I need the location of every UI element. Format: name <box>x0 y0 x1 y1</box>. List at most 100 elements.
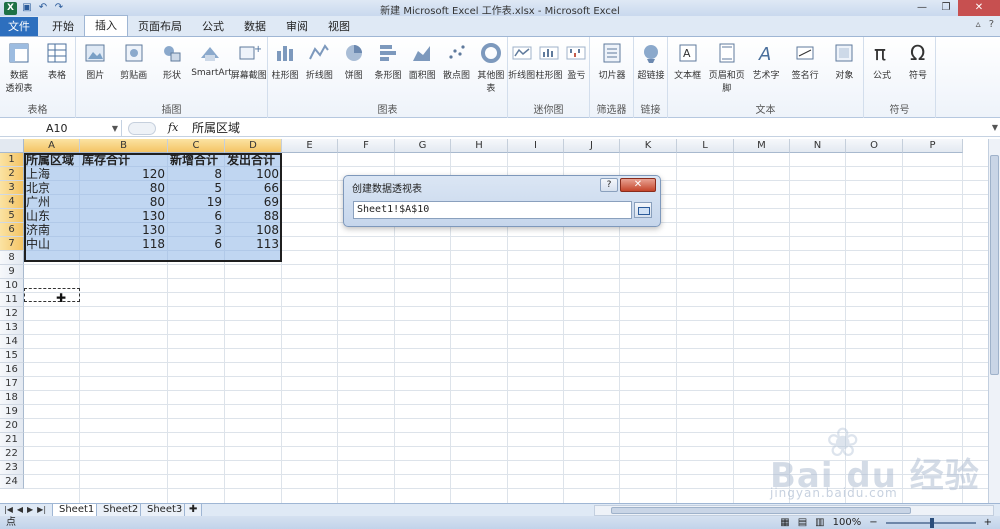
restore-button[interactable]: ❐ <box>934 0 958 16</box>
zoom-level[interactable]: 100% <box>833 516 862 529</box>
row-header-15[interactable]: 15 <box>0 349 24 363</box>
cell-d7[interactable]: 113 <box>225 237 282 251</box>
row-header-8[interactable]: 8 <box>0 251 24 265</box>
ribbon-button-sparkline-line[interactable]: 折线图 <box>508 41 535 81</box>
cell-a5[interactable]: 山东 <box>24 209 80 223</box>
cell-c6[interactable]: 3 <box>168 223 225 237</box>
column-header-f[interactable]: F <box>338 139 395 153</box>
zoom-in-icon[interactable]: + <box>984 516 992 529</box>
column-header-l[interactable]: L <box>677 139 734 153</box>
column-header-d[interactable]: D <box>225 139 282 153</box>
tab-file[interactable]: 文件 <box>0 17 38 36</box>
cell-a7[interactable]: 中山 <box>24 237 80 251</box>
tab-data[interactable]: 数据 <box>234 17 276 36</box>
page-break-view-icon[interactable]: ▥ <box>815 516 824 529</box>
row-header-21[interactable]: 21 <box>0 433 24 447</box>
ribbon-button-shapes[interactable]: 形状 <box>153 41 191 81</box>
cell-c4[interactable]: 19 <box>168 195 225 209</box>
ribbon-button-header-footer[interactable]: 页眉和页脚 <box>707 41 746 94</box>
page-layout-view-icon[interactable]: ▤ <box>798 516 807 529</box>
cell-c2[interactable]: 8 <box>168 167 225 181</box>
row-header-23[interactable]: 23 <box>0 461 24 475</box>
row-header-1[interactable]: 1 <box>0 153 24 167</box>
cell-d6[interactable]: 108 <box>225 223 282 237</box>
tab-home[interactable]: 开始 <box>42 17 84 36</box>
chevron-down-icon[interactable]: ▼ <box>112 120 118 137</box>
ribbon-button-area-chart[interactable]: 面积图 <box>405 41 439 81</box>
tab-review[interactable]: 审阅 <box>276 17 318 36</box>
close-button[interactable]: ✕ <box>958 0 1000 16</box>
row-header-3[interactable]: 3 <box>0 181 24 195</box>
cell-d4[interactable]: 69 <box>225 195 282 209</box>
cell-c7[interactable]: 6 <box>168 237 225 251</box>
column-header-c[interactable]: C <box>168 139 225 153</box>
ribbon-button-other-chart[interactable]: 其他图表 <box>474 41 508 94</box>
range-input[interactable]: Sheet1!$A$10 <box>353 201 632 219</box>
column-header-k[interactable]: K <box>620 139 677 153</box>
horizontal-scroll-thumb[interactable] <box>611 507 911 514</box>
cell-d2[interactable]: 100 <box>225 167 282 181</box>
row-header-14[interactable]: 14 <box>0 335 24 349</box>
select-all-corner[interactable] <box>0 139 24 153</box>
row-header-13[interactable]: 13 <box>0 321 24 335</box>
row-header-5[interactable]: 5 <box>0 209 24 223</box>
ribbon-button-clipart[interactable]: 剪贴画 <box>114 41 152 81</box>
row-header-18[interactable]: 18 <box>0 391 24 405</box>
ribbon-button-table[interactable]: 表格 <box>38 41 76 81</box>
row-header-16[interactable]: 16 <box>0 363 24 377</box>
row-header-11[interactable]: 11 <box>0 293 24 307</box>
normal-view-icon[interactable]: ▦ <box>780 516 789 529</box>
cell-c5[interactable]: 6 <box>168 209 225 223</box>
minimize-button[interactable]: — <box>910 0 934 16</box>
cell-a4[interactable]: 广州 <box>24 195 80 209</box>
column-header-m[interactable]: M <box>734 139 790 153</box>
cell-a6[interactable]: 济南 <box>24 223 80 237</box>
tab-formulas[interactable]: 公式 <box>192 17 234 36</box>
ribbon-minimize-icon[interactable]: ▵ <box>976 19 981 30</box>
dialog-close-button[interactable]: ✕ <box>620 178 656 192</box>
cell-b4[interactable]: 80 <box>80 195 168 209</box>
column-header-n[interactable]: N <box>790 139 846 153</box>
row-header-6[interactable]: 6 <box>0 223 24 237</box>
cell-b7[interactable]: 118 <box>80 237 168 251</box>
help-icon[interactable]: ? <box>989 19 994 30</box>
formula-input[interactable]: 所属区域 <box>192 120 240 137</box>
ribbon-button-object[interactable]: 对象 <box>825 41 864 81</box>
expand-formula-bar-icon[interactable]: ▼ <box>992 123 998 132</box>
column-header-g[interactable]: G <box>395 139 451 153</box>
row-header-20[interactable]: 20 <box>0 419 24 433</box>
cell-a2[interactable]: 上海 <box>24 167 80 181</box>
save-icon[interactable]: ▣ <box>21 2 33 14</box>
row-header-2[interactable]: 2 <box>0 167 24 181</box>
last-sheet-icon[interactable]: ▶| <box>37 504 46 516</box>
tab-insert[interactable]: 插入 <box>84 15 128 36</box>
ribbon-button-scatter-chart[interactable]: 散点图 <box>439 41 473 81</box>
column-header-p[interactable]: P <box>903 139 963 153</box>
row-header-9[interactable]: 9 <box>0 265 24 279</box>
cell-a1[interactable]: 所属区域 <box>24 153 80 167</box>
column-header-j[interactable]: J <box>564 139 620 153</box>
ribbon-button-line-chart[interactable]: 折线图 <box>302 41 336 81</box>
undo-icon[interactable]: ↶ <box>37 2 49 14</box>
horizontal-scrollbar[interactable] <box>594 505 994 516</box>
ribbon-button-hyperlink[interactable]: 超链接 <box>634 41 668 81</box>
ribbon-button-smartart[interactable]: SmartArt <box>191 41 232 78</box>
ribbon-button-wordart[interactable]: A 艺术字 <box>746 41 785 81</box>
ribbon-button-equation[interactable]: π 公式 <box>864 41 900 81</box>
ribbon-button-pie-chart[interactable]: 饼图 <box>337 41 371 81</box>
ribbon-button-signature[interactable]: 签名行 <box>786 41 825 81</box>
insert-function-icon[interactable]: fx <box>168 121 178 134</box>
row-header-17[interactable]: 17 <box>0 377 24 391</box>
ribbon-button-pivot[interactable]: 数据 透视表 <box>0 41 38 94</box>
cell-b6[interactable]: 130 <box>80 223 168 237</box>
zoom-out-icon[interactable]: − <box>869 516 877 529</box>
row-header-4[interactable]: 4 <box>0 195 24 209</box>
row-header-24[interactable]: 24 <box>0 475 24 489</box>
cell-b5[interactable]: 130 <box>80 209 168 223</box>
column-header-o[interactable]: O <box>846 139 903 153</box>
ribbon-button-sparkline-winloss[interactable]: 盈亏 <box>563 41 590 81</box>
cell-b2[interactable]: 120 <box>80 167 168 181</box>
formula-cancel-button[interactable] <box>128 122 156 135</box>
ribbon-button-symbol[interactable]: Ω 符号 <box>900 41 936 81</box>
tab-page-layout[interactable]: 页面布局 <box>128 17 192 36</box>
